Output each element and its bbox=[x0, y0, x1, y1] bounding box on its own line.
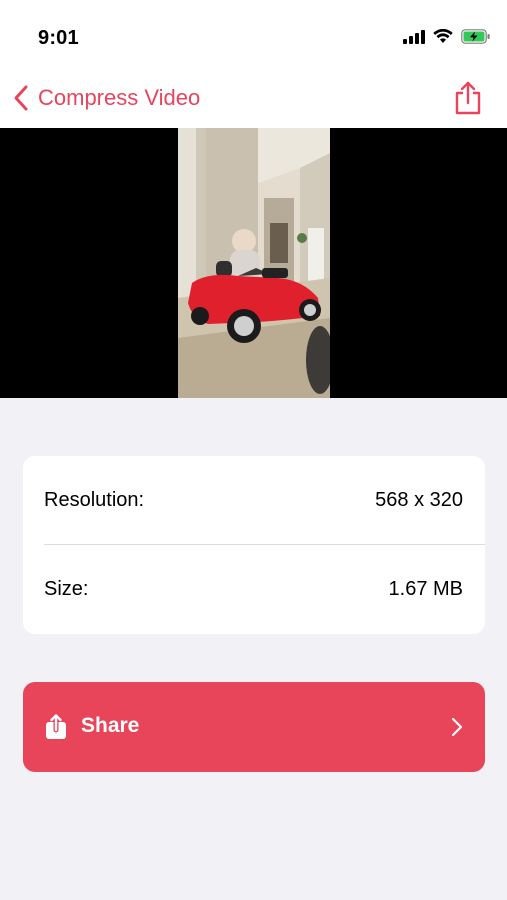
size-row: Size: 1.67 MB bbox=[44, 545, 463, 633]
share-button-label: Share bbox=[81, 714, 140, 737]
size-label: Size: bbox=[44, 577, 89, 600]
video-player[interactable] bbox=[0, 128, 507, 398]
share-button[interactable]: Share bbox=[23, 682, 485, 772]
share-icon[interactable] bbox=[453, 80, 483, 116]
resolution-label: Resolution: bbox=[44, 488, 145, 511]
status-icons bbox=[403, 29, 491, 44]
video-info-card: Resolution: 568 x 320 Size: 1.67 MB bbox=[23, 456, 485, 634]
battery-charging-icon bbox=[461, 29, 490, 44]
header-area: 9:01 Compress Video bbox=[0, 0, 507, 128]
video-preview bbox=[178, 128, 330, 398]
page-title: Compress Video bbox=[38, 85, 201, 110]
size-value: 1.67 MB bbox=[388, 577, 463, 600]
cellular-signal-icon bbox=[403, 29, 425, 44]
wifi-icon bbox=[433, 29, 453, 43]
chevron-left-icon bbox=[14, 85, 28, 111]
video-thumbnail bbox=[178, 128, 330, 398]
back-button[interactable]: Compress Video bbox=[12, 84, 200, 112]
resolution-row: Resolution: 568 x 320 bbox=[44, 456, 463, 544]
chevron-right-icon bbox=[451, 717, 463, 737]
status-time: 9:01 bbox=[38, 27, 79, 49]
share-icon bbox=[46, 714, 66, 739]
resolution-value: 568 x 320 bbox=[375, 488, 463, 511]
